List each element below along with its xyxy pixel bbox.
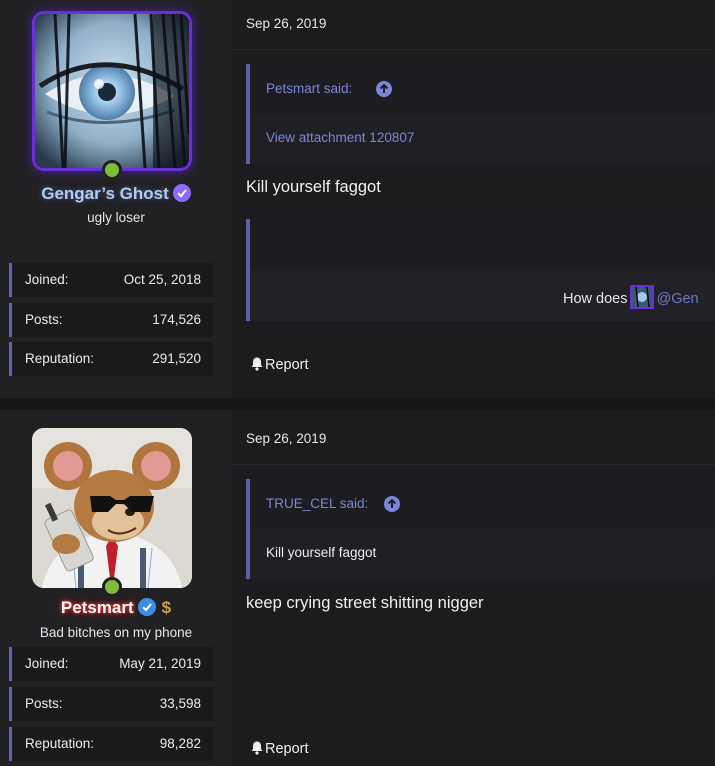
- verified-badge-icon: [137, 598, 156, 616]
- stat-joined: Joined: May 21, 2019: [9, 647, 214, 681]
- divider: [232, 464, 715, 465]
- stat-posts: Posts: 174,526: [9, 303, 214, 337]
- message-panel: Sep 26, 2019 TRUE_CEL said: Kill yoursel…: [232, 410, 715, 766]
- stat-value: 98,282: [159, 736, 201, 751]
- dollar-sign-icon: $: [161, 598, 172, 617]
- bell-icon: [250, 356, 264, 375]
- user-title: Bad bitches on my phone: [39, 625, 193, 640]
- avatar-container: [32, 428, 192, 597]
- stat-value: Oct 25, 2018: [123, 272, 201, 287]
- cartoon-mouse-avatar-image: [32, 428, 192, 588]
- quote-header: Petsmart said:: [250, 64, 715, 114]
- bell-icon: [250, 740, 264, 759]
- stat-reputation: Reputation: 98,282: [9, 727, 214, 761]
- post-2: Petsmart $ Bad bitches on my phone Joined…: [0, 410, 715, 766]
- stat-label: Posts:: [25, 312, 63, 327]
- report-label[interactable]: Report: [265, 741, 309, 757]
- stat-posts: Posts: 33,598: [9, 687, 214, 721]
- attachment-link[interactable]: View attachment 120807: [266, 130, 414, 145]
- arrow-up-circle-icon[interactable]: [384, 496, 400, 512]
- user-info-panel: Gengar’s Ghost ugly loser Joined: Oct 25…: [0, 0, 232, 398]
- username-text[interactable]: Petsmart: [61, 598, 134, 618]
- report-label[interactable]: Report: [265, 357, 309, 373]
- creepy-eye-avatar-image: [35, 14, 189, 168]
- quote-attribution[interactable]: Petsmart said:: [266, 81, 352, 96]
- stat-label: Reputation:: [25, 351, 95, 366]
- stat-label: Reputation:: [25, 736, 95, 751]
- message-panel: Sep 26, 2019 Petsmart said: View attachm…: [232, 0, 715, 398]
- verified-badge-icon: [172, 184, 191, 202]
- online-status-indicator: [102, 160, 122, 180]
- arrow-up-circle-icon[interactable]: [376, 81, 392, 97]
- post-1: Gengar’s Ghost ugly loser Joined: Oct 25…: [0, 0, 715, 398]
- report-button[interactable]: Report: [250, 356, 309, 375]
- quote-block: TRUE_CEL said: Kill yourself faggot: [246, 479, 715, 579]
- user-title: ugly loser: [87, 210, 145, 225]
- quote-block: Petsmart said: View attachment 120807: [246, 64, 715, 164]
- stat-label: Joined:: [25, 656, 69, 671]
- embed-block: How does @Gen: [246, 219, 715, 321]
- report-button[interactable]: Report: [250, 740, 309, 759]
- post-date[interactable]: Sep 26, 2019: [246, 431, 326, 446]
- username-text[interactable]: Gengar’s Ghost: [41, 184, 169, 204]
- user-info-panel: Petsmart $ Bad bitches on my phone Joined…: [0, 410, 232, 766]
- stat-label: Posts:: [25, 696, 63, 711]
- username[interactable]: Petsmart $: [0, 598, 232, 618]
- avatar[interactable]: [32, 428, 192, 588]
- username[interactable]: Gengar’s Ghost: [0, 184, 232, 204]
- stat-value: May 21, 2019: [119, 656, 201, 671]
- inline-avatar-icon: [630, 285, 655, 309]
- embed-content: How does @Gen: [563, 285, 699, 309]
- stat-label: Joined:: [25, 272, 69, 287]
- avatar-container: [32, 11, 192, 180]
- stat-joined: Joined: Oct 25, 2018: [9, 263, 214, 297]
- online-status-indicator: [102, 577, 122, 597]
- divider: [232, 49, 715, 50]
- quote-attribution[interactable]: TRUE_CEL said:: [266, 496, 368, 511]
- stat-reputation: Reputation: 291,520: [9, 342, 214, 376]
- post-date[interactable]: Sep 26, 2019: [246, 16, 326, 31]
- message-text: keep crying street shitting nigger: [246, 594, 484, 612]
- user-mention-link[interactable]: @Gen: [656, 291, 698, 307]
- post-separator: [0, 398, 715, 410]
- embed-body: How does @Gen: [250, 269, 715, 321]
- quote-header: TRUE_CEL said:: [250, 479, 715, 529]
- stat-value: 174,526: [152, 312, 201, 327]
- quote-text: Kill yourself faggot: [266, 545, 377, 560]
- embed-header: [250, 219, 715, 269]
- message-text: Kill yourself faggot: [246, 178, 381, 196]
- avatar[interactable]: [32, 11, 192, 171]
- embed-text: How does: [563, 291, 628, 307]
- stat-value: 291,520: [152, 351, 201, 366]
- stat-value: 33,598: [159, 696, 201, 711]
